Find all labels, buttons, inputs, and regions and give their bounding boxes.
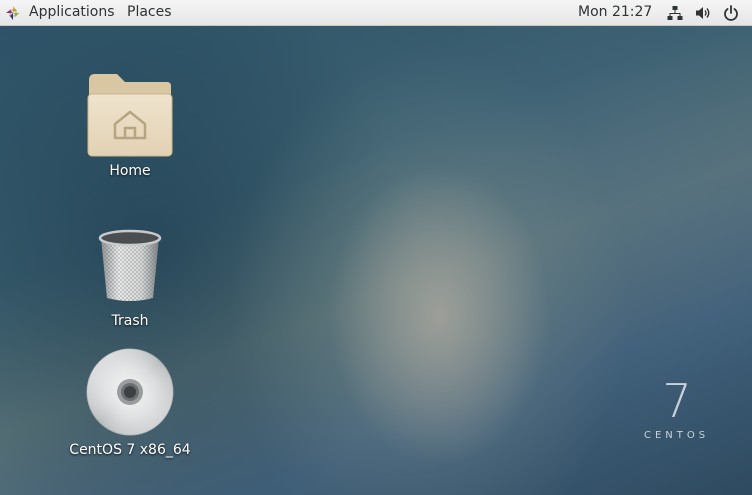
brand-version-number: 7 <box>662 374 691 428</box>
power-icon[interactable] <box>723 5 739 21</box>
desktop-icon-home[interactable]: Home <box>70 70 190 185</box>
places-menu[interactable]: Places <box>127 4 172 20</box>
apps-logo-icon[interactable] <box>6 6 20 20</box>
trash-icon <box>98 229 162 301</box>
applications-menu[interactable]: Applications <box>29 4 115 20</box>
network-wired-icon[interactable] <box>667 5 683 21</box>
optical-disc-icon <box>86 348 174 436</box>
desktop-icon-label: Trash <box>111 313 149 329</box>
desktop-icon-label: Home <box>109 163 151 179</box>
home-folder-icon <box>87 74 173 157</box>
desktop-icon-trash[interactable]: Trash <box>70 225 190 335</box>
desktop-icon-label: CentOS 7 x86_64 <box>69 442 191 458</box>
centos-brand-watermark: 7 CENTOS <box>644 378 709 441</box>
top-panel: Applications Places Mon 21:27 <box>0 0 752 26</box>
clock[interactable]: Mon 21:27 <box>578 4 652 20</box>
speaker-volume-icon[interactable] <box>695 5 711 21</box>
desktop-icon-centos-disc[interactable]: CentOS 7 x86_64 <box>60 345 200 465</box>
brand-name: CENTOS <box>644 430 710 441</box>
